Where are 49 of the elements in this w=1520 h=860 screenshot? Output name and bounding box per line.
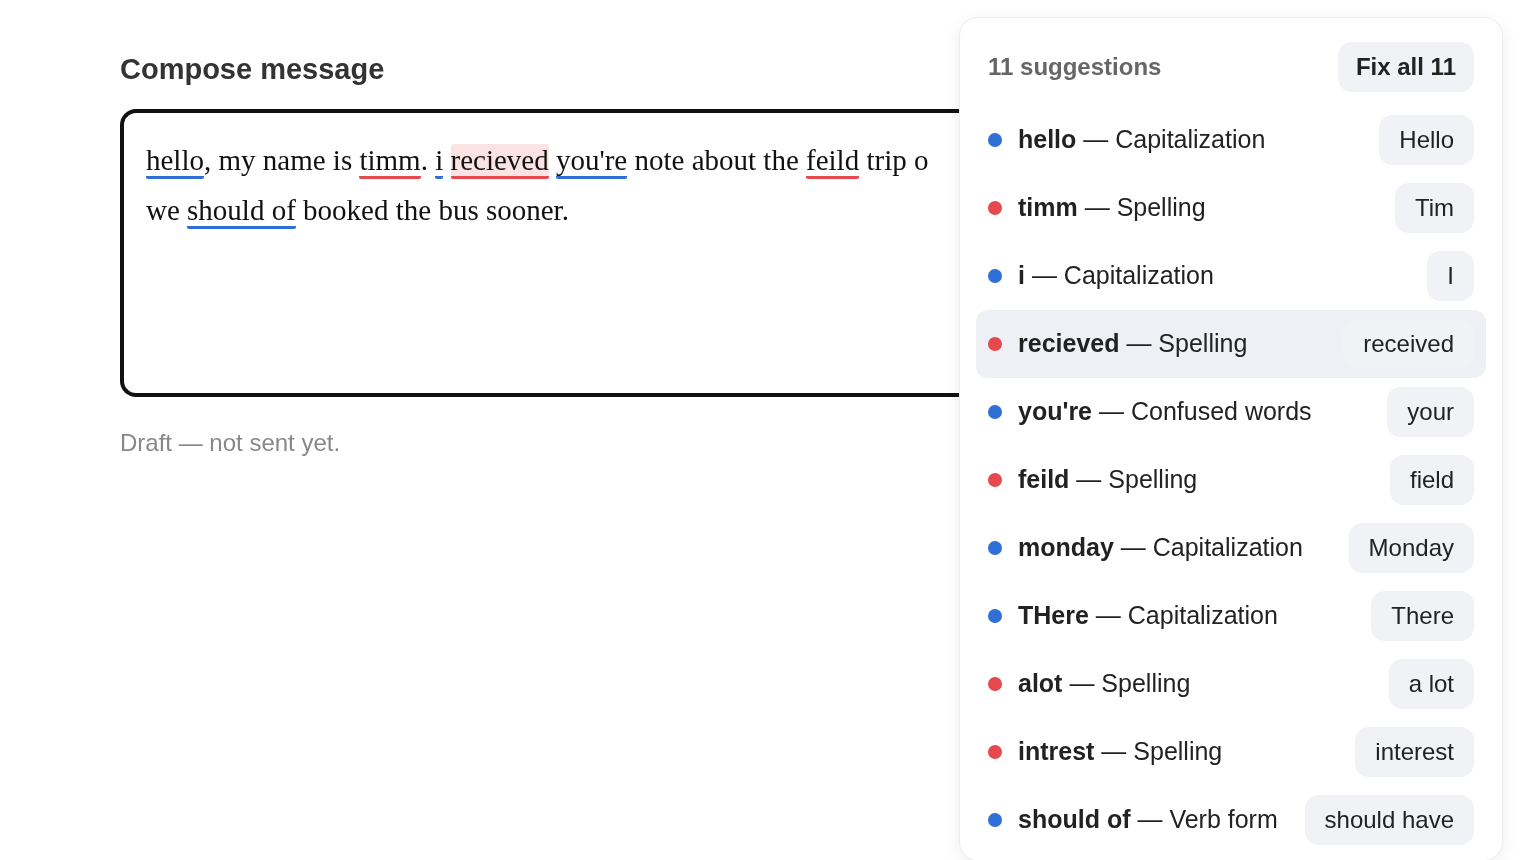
compose-title: Compose message: [120, 52, 385, 87]
suggestion-row[interactable]: feild — Spelling field: [976, 446, 1486, 514]
suggestion-label: timm — Spelling: [1018, 192, 1206, 224]
suggestion-row[interactable]: THere — Capitalization There: [976, 582, 1486, 650]
fix-button[interactable]: There: [1371, 591, 1474, 641]
fix-button[interactable]: your: [1387, 387, 1474, 437]
suggestion-label: i — Capitalization: [1018, 260, 1214, 292]
suggestion-row[interactable]: i — Capitalization I: [976, 242, 1486, 310]
suggestion-label: recieved — Spelling: [1018, 328, 1248, 360]
suggestion-row[interactable]: alot — Spelling a lot: [976, 650, 1486, 718]
suggestion-row[interactable]: should of — Verb form should have: [976, 786, 1486, 854]
flagged-word[interactable]: recieved: [450, 143, 549, 179]
suggestion-count: 11 suggestions: [988, 52, 1162, 82]
fix-button[interactable]: a lot: [1388, 659, 1474, 709]
fix-button[interactable]: field: [1389, 455, 1474, 505]
flagged-word[interactable]: should of: [187, 193, 296, 229]
suggestion-label: should of — Verb form: [1018, 804, 1278, 836]
fix-button[interactable]: Hello: [1379, 115, 1474, 165]
suggestion-row[interactable]: timm — Spelling Tim: [976, 174, 1486, 242]
suggestion-row[interactable]: recieved — Spelling received: [976, 310, 1486, 378]
suggestion-label: intrest — Spelling: [1018, 736, 1223, 768]
suggestion-label: hello — Capitalization: [1018, 124, 1266, 156]
fix-button[interactable]: should have: [1304, 795, 1474, 845]
suggestion-label: alot — Spelling: [1018, 668, 1191, 700]
suggestion-label: THere — Capitalization: [1018, 600, 1278, 632]
draft-status: Draft — not sent yet.: [120, 427, 341, 458]
fix-button[interactable]: Monday: [1348, 523, 1474, 573]
fix-all-button[interactable]: Fix all 11: [1337, 42, 1474, 92]
flagged-word[interactable]: timm: [359, 143, 421, 179]
fix-button[interactable]: I: [1427, 251, 1474, 301]
message-text: .: [420, 143, 429, 176]
fix-button[interactable]: interest: [1355, 727, 1474, 777]
message-text: , my name is: [204, 143, 354, 176]
suggestion-row[interactable]: monday — Capitalization Monday: [976, 514, 1486, 582]
suggestion-label: feild — Spelling: [1018, 464, 1198, 496]
message-text: trip o: [865, 143, 929, 176]
flagged-word[interactable]: you're: [555, 143, 628, 179]
message-text: we: [146, 193, 181, 226]
message-text: booked the bus sooner.: [302, 193, 569, 226]
suggestion-row[interactable]: hello — Capitalization Hello: [976, 106, 1486, 174]
suggestion-label: monday — Capitalization: [1018, 532, 1303, 564]
suggestion-row[interactable]: intrest — Spelling interest: [976, 718, 1486, 786]
flagged-word[interactable]: feild: [806, 143, 860, 179]
message-text: note about the: [633, 143, 800, 176]
flagged-word[interactable]: hello: [146, 143, 204, 179]
flagged-word[interactable]: i: [435, 143, 444, 179]
suggestion-row[interactable]: you're — Confused words your: [976, 378, 1486, 446]
fix-button[interactable]: Tim: [1394, 183, 1474, 233]
suggestion-label: you're — Confused words: [1018, 396, 1312, 428]
